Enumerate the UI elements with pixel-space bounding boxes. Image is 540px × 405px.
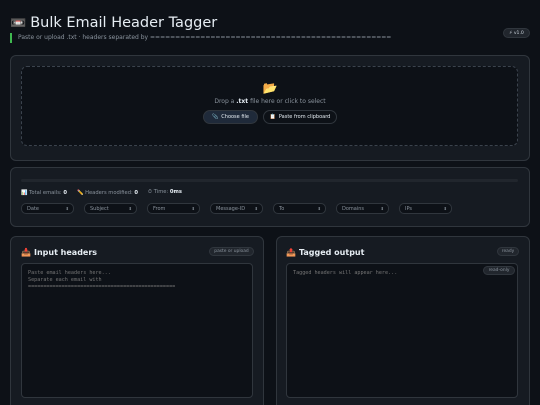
file-drop-zone[interactable] — [21, 66, 518, 146]
output-status-badge: ready — [497, 247, 519, 256]
filter-message-id-select[interactable]: Message-ID ⬍ — [210, 203, 263, 214]
read-only-badge: read-only — [483, 266, 515, 275]
input-panel-title: 📥 Input headers — [21, 247, 98, 257]
updown-caret-icon: ⬍ — [65, 206, 69, 211]
stats-card — [10, 167, 530, 227]
paperclip-icon: 📎 — [212, 114, 219, 120]
filter-ips-select[interactable]: IPs ⬍ — [399, 203, 452, 214]
updown-caret-icon: ⬍ — [317, 206, 321, 211]
output-panel-title: 📤 Tagged output — [286, 247, 365, 257]
input-headers-textarea[interactable] — [21, 263, 253, 398]
updown-caret-icon: ⬍ — [254, 206, 258, 211]
stopwatch-icon: ⏱ — [148, 189, 153, 195]
updown-caret-icon: ⬍ — [443, 206, 447, 211]
page-subtitle: Paste or upload .txt · headers separated… — [10, 33, 391, 43]
total-emails-value: 0 — [63, 189, 67, 196]
page-title: Bulk Email Header Tagger — [30, 15, 218, 31]
updown-caret-icon: ⬍ — [191, 206, 195, 211]
cassette-icon: 📼 — [10, 15, 27, 31]
version-badge: ⚡ v1.0 — [503, 28, 530, 38]
time-value: 0ms — [169, 189, 182, 195]
choose-file-label: Choose file — [221, 114, 249, 120]
headers-modified-value: 0 — [134, 189, 139, 196]
updown-caret-icon: ⬍ — [380, 206, 384, 211]
txt-extension: .txt — [236, 98, 249, 105]
filter-domains-select[interactable]: Domains ⬍ — [336, 203, 389, 214]
pencil-icon: ✏️ — [76, 189, 84, 196]
input-source-badge: paste or upload — [209, 247, 254, 256]
outbox-tray-icon: 📤 — [286, 247, 296, 257]
stat-total-emails: 📊 Total emails: 0 — [21, 189, 67, 196]
chart-icon: 📊 — [21, 189, 28, 196]
app-title: 📼 Bulk Email Header Tagger — [10, 13, 217, 33]
filter-subject-select[interactable]: Subject ⬍ — [84, 203, 137, 214]
filter-from-select[interactable]: From ⬍ — [147, 203, 200, 214]
tagged-output-textarea[interactable] — [286, 263, 518, 398]
choose-file-button[interactable]: 📎 Choose file — [203, 110, 258, 124]
folder-icon: 📂 — [262, 81, 278, 95]
drop-instructions: Drop a .txt file here or click to select — [214, 98, 326, 105]
updown-caret-icon: ⬍ — [128, 206, 132, 211]
stat-headers-modified: ✏️ Headers modified: 0 — [76, 189, 139, 196]
paste-clipboard-label: Paste from clipboard — [278, 114, 331, 120]
progress-bar — [21, 179, 518, 182]
stats-row: 📊 Total emails: 0 ✏️ Headers modified: 0… — [21, 188, 182, 197]
filter-date-select[interactable]: Date ⬍ — [21, 203, 74, 214]
inbox-tray-icon: 📥 — [21, 247, 31, 257]
filter-to-select[interactable]: To ⬍ — [273, 203, 326, 214]
stat-time: ⏱ Time: 0ms — [148, 189, 182, 195]
paste-clipboard-button[interactable]: 📋 Paste from clipboard — [263, 110, 337, 124]
clipboard-icon: 📋 — [269, 114, 276, 120]
